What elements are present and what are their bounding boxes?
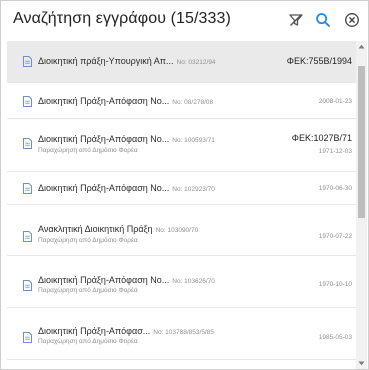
document-row[interactable]: Διοικητική Πράξη-Απόφαση No... No: 103626… xyxy=(7,256,356,308)
document-heading: Διοικητική Πράξη-Απόφαση No... No: 102923… xyxy=(38,183,215,193)
document-category: Παραχώρηση από Δημόσιο Φορέα xyxy=(38,237,138,244)
document-search-dialog: Αναζήτηση εγγράφου (15/333) Διοικητική π… xyxy=(0,0,369,370)
document-icon xyxy=(23,280,32,291)
document-heading: Διοικητική πράξη-Υπουργική Απ... No: 0321… xyxy=(38,56,216,66)
search-icon xyxy=(316,13,330,27)
document-title: Διοικητική Πράξη-Απόφαση No... xyxy=(38,275,170,285)
filter-off-icon xyxy=(289,14,303,26)
document-date: 1971-12-03 xyxy=(318,148,352,155)
document-date: 1970-07-22 xyxy=(318,233,352,240)
document-title: Ανακλητική Διοικητική Πράξη xyxy=(38,224,153,234)
document-category: Παραχώρηση από Δημόσιο Φορέα xyxy=(38,287,138,294)
document-number: No: 08/278/08 xyxy=(172,99,214,106)
document-number: No: 103626/70 xyxy=(172,278,215,285)
gazette-reference: ΦΕΚ:1027Β/71 xyxy=(291,133,352,143)
document-number: No: 100593/71 xyxy=(172,137,215,144)
list-scrollbar[interactable] xyxy=(356,41,367,369)
scroll-down-arrow-icon xyxy=(358,361,365,366)
document-date: 2008-01-23 xyxy=(318,98,352,105)
document-title: Διοικητική Πράξη-Απόφαση No... xyxy=(38,183,170,193)
document-heading: Διοικητική Πράξη-Απόφασ... No: 103788/853… xyxy=(38,326,214,336)
document-icon xyxy=(23,183,32,194)
clear-filter-button[interactable] xyxy=(285,9,307,31)
document-icon xyxy=(23,332,32,343)
document-icon xyxy=(23,138,32,149)
document-list: Διοικητική πράξη-Υπουργική Απ... No: 0321… xyxy=(7,41,356,369)
document-heading: Διοικητική Πράξη-Απόφαση No... No: 08/278… xyxy=(38,96,213,106)
document-category: Παραχώρηση από Δημόσιο Φορέα xyxy=(38,147,138,154)
document-title: Διοικητική Πράξη-Απόφαση No... xyxy=(38,134,170,144)
document-heading: Ανακλητική Διοικητική Πράξη No: 103090/70 xyxy=(38,224,198,234)
document-title: Διοικητική πράξη-Υπουργική Απ... xyxy=(38,56,174,66)
document-number: No: 102923/70 xyxy=(172,186,215,193)
dialog-header: Αναζήτηση εγγράφου (15/333) xyxy=(1,1,368,39)
document-row[interactable]: Ανακλητική Διοικητική Πράξη No: 103090/70… xyxy=(7,205,356,256)
scroll-up-button[interactable] xyxy=(356,41,367,52)
document-row[interactable]: Διοικητική πράξη-Υπουργική Απ... No: 0321… xyxy=(7,41,356,83)
document-number: No: 103788/853/5/85 xyxy=(153,329,214,336)
document-number: No: 103090/70 xyxy=(155,227,199,234)
scroll-down-button[interactable] xyxy=(356,358,367,369)
document-heading: Διοικητική Πράξη-Απόφαση No... No: 103626… xyxy=(38,275,215,285)
document-category: Παραχώρηση από Δημόσιο Φορέα xyxy=(38,338,138,345)
search-button[interactable] xyxy=(312,9,334,31)
document-number: No: 03212/94 xyxy=(176,59,216,66)
document-date: 1970-10-10 xyxy=(318,281,352,288)
document-date: 1985-05-03 xyxy=(318,334,352,341)
document-row[interactable]: Διοικητική Πράξη-Απόφαση No... No: 102923… xyxy=(7,172,356,205)
document-row[interactable]: Διοικητική Πράξη-Απόφασ... No: 103788/853… xyxy=(7,308,356,360)
document-date: 1970-06-30 xyxy=(318,185,352,192)
document-icon xyxy=(23,56,32,67)
document-row[interactable]: Διοικητική Πράξη-Απόφαση No... No: 08/278… xyxy=(7,83,356,119)
document-title: Διοικητική Πράξη-Απόφαση No... xyxy=(38,96,170,106)
document-icon xyxy=(23,231,32,242)
close-button[interactable] xyxy=(341,9,363,31)
scrollbar-thumb[interactable] xyxy=(358,66,365,218)
dialog-title: Αναζήτηση εγγράφου (15/333) xyxy=(13,10,231,27)
document-row[interactable]: Διοικητική Πράξη-Απόφαση No... No: 100593… xyxy=(7,119,356,172)
document-heading: Διοικητική Πράξη-Απόφαση No... No: 100593… xyxy=(38,134,215,144)
document-title: Διοικητική Πράξη-Απόφασ... xyxy=(38,326,151,336)
gazette-reference: ΦΕΚ:755Β/1994 xyxy=(286,56,352,66)
close-icon xyxy=(345,13,359,27)
scroll-up-arrow-icon xyxy=(358,44,365,49)
document-icon xyxy=(23,96,32,107)
